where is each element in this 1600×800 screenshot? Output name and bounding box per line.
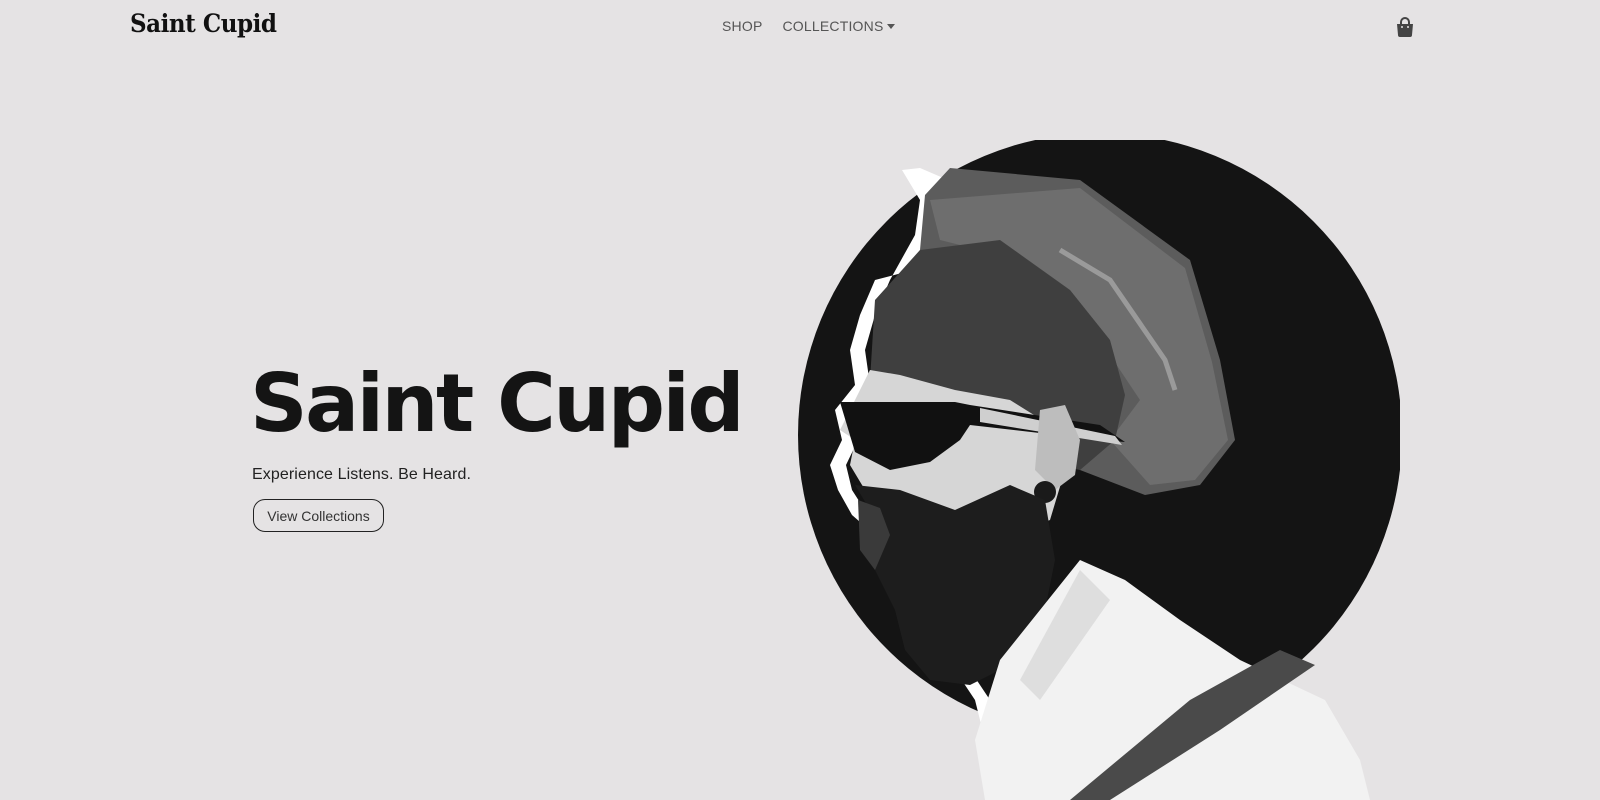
landing-page: Saint Cupid SHOP COLLECTIONS Saint Cupid…: [0, 0, 1600, 800]
brand-logo[interactable]: Saint Cupid: [130, 9, 277, 38]
shopping-bag-icon[interactable]: [1394, 16, 1416, 38]
hero-image: [798, 140, 1400, 800]
top-navbar: Saint Cupid SHOP COLLECTIONS: [0, 0, 1600, 56]
hero-title: Saint Cupid: [250, 357, 745, 450]
nav-item-shop[interactable]: SHOP: [722, 18, 762, 34]
nav-item-collections[interactable]: COLLECTIONS: [782, 18, 896, 34]
nav-menu: SHOP COLLECTIONS: [722, 18, 896, 34]
view-collections-button[interactable]: View Collections: [253, 499, 384, 532]
chevron-down-icon: [887, 24, 896, 29]
hero-subtitle: Experience Listens. Be Heard.: [252, 466, 472, 483]
nav-item-collections-label: COLLECTIONS: [782, 18, 884, 34]
